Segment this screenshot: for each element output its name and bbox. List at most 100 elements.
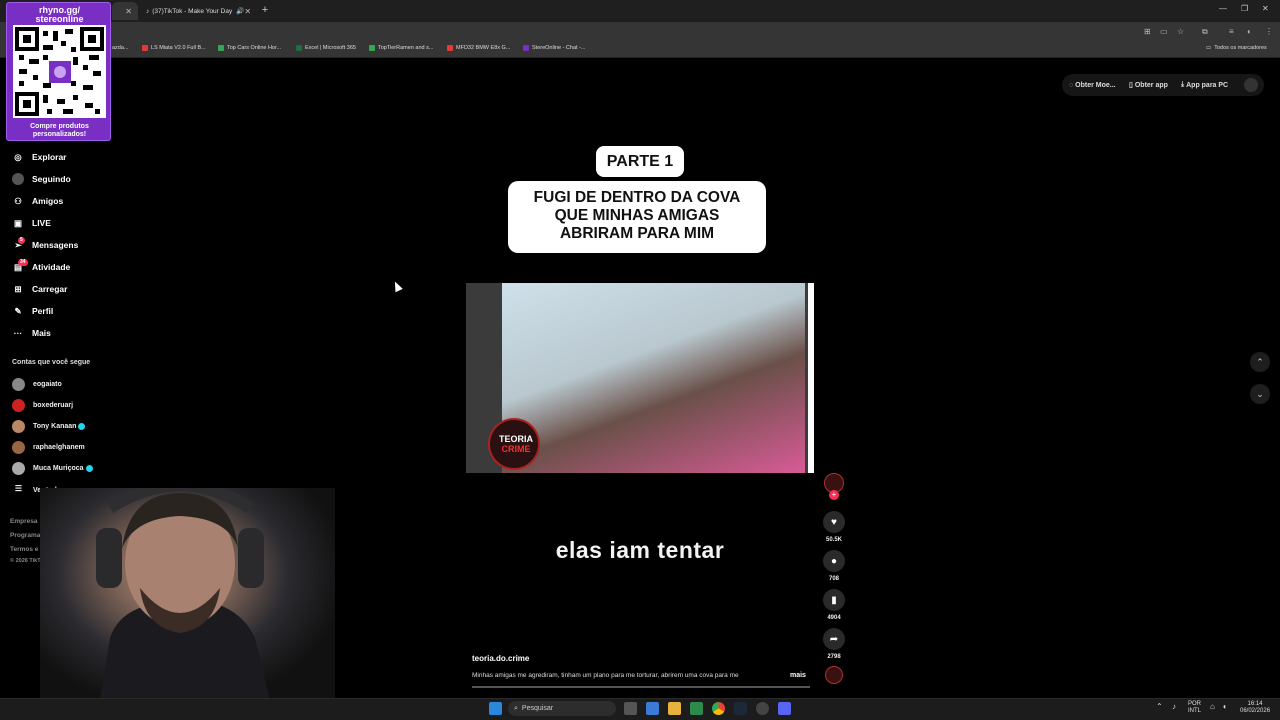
bookmark-label: StereOnline - Chat -... — [532, 45, 586, 51]
copilot-icon[interactable] — [646, 702, 659, 715]
store-icon[interactable] — [690, 702, 703, 715]
tray-chevron-icon[interactable]: ⌃ — [1156, 703, 1163, 711]
followed-account[interactable]: raphaelghanem — [12, 439, 85, 455]
caption-more-button[interactable]: mais — [790, 672, 806, 679]
profile-icon: ✎ — [14, 305, 22, 316]
bookmark-item[interactable]: azda... — [112, 45, 129, 51]
all-bookmarks[interactable]: ▭ Todos os marcadores — [1206, 45, 1267, 51]
followed-account[interactable]: boxederuarj — [12, 397, 73, 413]
messages-badge: 5 — [18, 237, 25, 244]
followed-account[interactable]: eogaiato — [12, 376, 62, 392]
cast-icon[interactable]: ▭ — [1160, 27, 1168, 36]
bookmark-item[interactable]: StereOnline - Chat -... — [523, 45, 586, 51]
app-icon[interactable] — [756, 702, 769, 715]
steam-icon[interactable] — [734, 702, 747, 715]
nav-profile[interactable]: ✎ Perfil — [12, 302, 53, 320]
new-tab-button[interactable]: + — [258, 3, 272, 17]
stream-promo-overlay: rhyno.gg/ stereonline Compre produtos pe… — [6, 2, 111, 141]
nav-more[interactable]: ··· Mais — [12, 324, 51, 342]
extensions-icon[interactable]: ⧉ — [1202, 27, 1208, 37]
nav-upload[interactable]: ⊞ Carregar — [12, 280, 67, 298]
browser-tab-active[interactable]: ✕ — [112, 2, 138, 20]
discord-icon[interactable] — [778, 702, 791, 715]
account-name: Tony Kanaan — [33, 422, 77, 430]
lang-line: INTL — [1188, 708, 1202, 714]
speaker-icon[interactable]: 🔊 — [236, 7, 244, 15]
qr-code-image — [13, 25, 106, 118]
like-action[interactable]: ♥ 50.5K — [823, 511, 845, 543]
more-icon: ··· — [13, 328, 23, 338]
previous-video-button[interactable]: ⌃ — [1250, 352, 1270, 372]
media-icon[interactable]: ≡ — [1229, 27, 1234, 36]
share-icon[interactable]: ➦ — [823, 628, 845, 650]
video-author[interactable]: teoria.do.crime — [472, 654, 529, 663]
bookmark-label: LS Miata V2.0 Full B... — [151, 45, 206, 51]
minimize-icon[interactable]: — — [1219, 4, 1227, 13]
close-tab-icon[interactable]: ✕ — [244, 7, 251, 16]
avatar — [12, 398, 25, 412]
network-icon[interactable]: ⌂ — [1210, 703, 1215, 711]
video-progress-bar[interactable] — [472, 686, 810, 688]
video-caption: Minhas amigas me agrediram, tinham um pl… — [472, 672, 739, 679]
followed-account[interactable]: Muca Muriçoca — [12, 460, 93, 476]
date: 06/02/2026 — [1240, 708, 1271, 714]
translate-icon[interactable]: ⊞ — [1144, 27, 1151, 36]
footer-link-program[interactable]: Programa — [10, 532, 40, 539]
share-count: 2798 — [827, 654, 841, 660]
close-window-icon[interactable]: ✕ — [1262, 4, 1269, 13]
comment-action[interactable]: ● 708 — [823, 550, 845, 582]
bookmark-star-icon[interactable]: ☆ — [1177, 27, 1184, 36]
nav-activity[interactable]: ▤ 34 Atividade — [12, 258, 70, 276]
share-action[interactable]: ➦ 2798 — [823, 628, 845, 660]
mic-icon[interactable]: ♪ — [1172, 703, 1176, 711]
nav-label: Atividade — [32, 262, 71, 272]
promo-footer-line: Compre produtos — [30, 123, 89, 130]
clock[interactable]: 16:14 06/02/2026 — [1240, 701, 1270, 715]
menu-icon[interactable]: ⋮ — [1265, 27, 1273, 36]
nav-live[interactable]: ▣ LIVE — [12, 214, 51, 232]
comment-icon[interactable]: ● — [823, 550, 845, 572]
heart-icon[interactable]: ♥ — [823, 511, 845, 533]
user-avatar[interactable] — [1244, 78, 1258, 92]
nav-label: Perfil — [32, 306, 54, 316]
footer-link-company[interactable]: Empresa — [10, 518, 37, 525]
file-explorer-icon[interactable] — [668, 702, 681, 715]
follow-plus-icon[interactable]: + — [829, 490, 839, 500]
bookmark-item[interactable]: MFD32 BMW E8x G... — [447, 45, 510, 51]
next-video-button[interactable]: ⌄ — [1250, 384, 1270, 404]
nav-following[interactable]: Seguindo — [12, 170, 71, 188]
nav-messages[interactable]: ➢ 5 Mensagens — [12, 236, 78, 254]
profile-icon[interactable]: ◐ — [1247, 27, 1252, 36]
video-frame[interactable]: TEORIA CRIME — [466, 283, 814, 473]
volume-icon[interactable]: ◖ — [1222, 703, 1227, 711]
windows-start-icon[interactable] — [489, 702, 502, 715]
nav-explore[interactable]: ◎ Explorar — [12, 148, 66, 166]
browser-tab-tiktok[interactable]: ♪ (37)TikTok - Make Your Day 🔊 ✕ — [140, 2, 255, 20]
bookmark-item[interactable]: Excel | Microsoft 365 — [296, 45, 356, 51]
followed-account[interactable]: Tony Kanaan — [12, 418, 86, 434]
nav-label: Seguindo — [32, 174, 71, 184]
tiktok-icon: ♪ — [146, 7, 150, 15]
get-coins-label: Obter Moe... — [1075, 81, 1116, 89]
nav-friends[interactable]: ⚇ Amigos — [12, 192, 63, 210]
get-coins-button[interactable]: ◌ Obter Moe... — [1069, 78, 1116, 92]
bookmark-item[interactable]: TopTierRamen and s... — [369, 45, 433, 51]
task-view-icon[interactable] — [624, 702, 637, 715]
maximize-icon[interactable]: ❐ — [1241, 4, 1248, 13]
logo-text: CRIME — [501, 444, 531, 454]
folder-icon: ▭ — [1206, 45, 1212, 51]
nav-label: Amigos — [32, 196, 64, 206]
pc-app-button[interactable]: ⤓ App para PC — [1181, 78, 1228, 92]
bookmark-item[interactable]: Top Cars Online Hor... — [218, 45, 281, 51]
get-app-button[interactable]: ▯ Obter app — [1129, 78, 1168, 92]
taskbar-search[interactable]: ⌕ Pesquisar — [508, 701, 616, 716]
bookmark-icon[interactable]: ▮ — [823, 589, 845, 611]
language-indicator[interactable]: POR INTL — [1188, 701, 1201, 715]
get-app-label: Obter app — [1134, 81, 1168, 89]
close-tab-icon[interactable]: ✕ — [125, 7, 132, 16]
music-disc-icon[interactable] — [825, 666, 843, 684]
chrome-icon[interactable] — [712, 702, 725, 715]
save-action[interactable]: ▮ 4904 — [823, 589, 845, 621]
bookmark-item[interactable]: LS Miata V2.0 Full B... — [142, 45, 206, 51]
video-headline: FUGI DE DENTRO DA COVA QUE MINHAS AMIGAS… — [508, 181, 766, 253]
